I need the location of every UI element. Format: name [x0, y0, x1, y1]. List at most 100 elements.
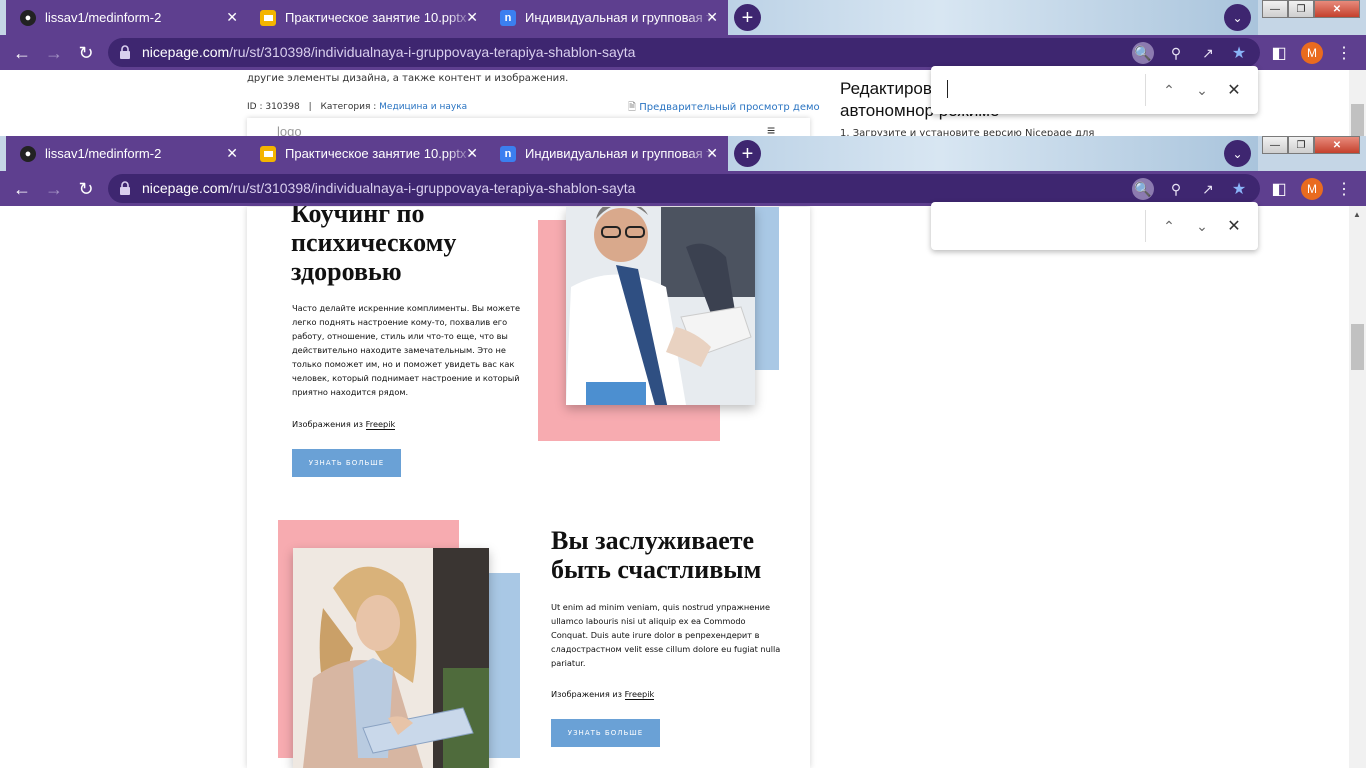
- close-find-icon[interactable]: ✕: [1223, 79, 1245, 101]
- section1-learn-more-button[interactable]: УЗНАТЬ БОЛЬШЕ: [292, 449, 401, 477]
- maximize-button[interactable]: ❐: [1288, 136, 1314, 154]
- close-window-button[interactable]: ✕: [1314, 136, 1360, 154]
- close-tab-icon[interactable]: ✕: [466, 9, 478, 26]
- reload-icon[interactable]: ↻: [74, 177, 98, 201]
- side-panel-icon[interactable]: ◧: [1267, 41, 1291, 65]
- new-tab-button[interactable]: +: [734, 140, 761, 167]
- paragraph-line: приятно находится рядом.: [292, 387, 409, 397]
- find-input[interactable]: [945, 78, 1141, 102]
- page-scrollbar[interactable]: ▲: [1349, 206, 1366, 768]
- document-icon: 🗎: [628, 102, 637, 113]
- find-previous-chevron-up-icon[interactable]: ⌃: [1158, 215, 1180, 237]
- tab-github[interactable]: ● lissav1/medinform-2 ✕: [6, 0, 248, 35]
- tab-title: Индивидуальная и групповая те: [525, 146, 715, 161]
- section1-heading-line: психическому: [291, 228, 457, 257]
- scroll-up-arrow-icon[interactable]: ▲: [1353, 210, 1362, 219]
- close-find-icon[interactable]: ✕: [1223, 215, 1245, 237]
- tab-slides[interactable]: Практическое занятие 10.pptx - ✕: [246, 136, 488, 171]
- hamburger-icon[interactable]: ≡: [767, 122, 775, 136]
- menu-dots-icon[interactable]: ⋮: [1332, 41, 1356, 65]
- find-bar: ⌃ ⌄ ✕: [931, 202, 1258, 250]
- paragraph-line: работу, отношение, стиль или что-то еще,…: [292, 331, 508, 341]
- section2-heading-line: быть счастливым: [551, 555, 762, 584]
- bookmark-star-icon[interactable]: ★: [1228, 42, 1250, 64]
- github-icon: ●: [20, 145, 36, 162]
- section2-image-credit: Изображения из Freepik: [551, 689, 655, 700]
- address-bar[interactable]: nicepage.com/ru/st/310398/individualnaya…: [108, 174, 1260, 203]
- close-tab-icon[interactable]: ✕: [226, 9, 238, 26]
- freepik-link[interactable]: Freepik: [624, 689, 655, 700]
- minimize-button[interactable]: —: [1262, 136, 1288, 154]
- tab-strip: ● lissav1/medinform-2 ✕ Практическое зан…: [0, 136, 1366, 171]
- freepik-link[interactable]: Freepik: [365, 419, 396, 430]
- template-description: другие элементы дизайна, а также контент…: [247, 73, 569, 84]
- category-link[interactable]: Медицина и наука: [379, 102, 467, 112]
- url-path: /ru/st/310398/individualnaya-i-gruppovay…: [229, 44, 636, 60]
- find-previous-chevron-up-icon[interactable]: ⌃: [1158, 79, 1180, 101]
- browser-toolbar: ← → ↻ nicepage.com/ru/st/310398/individu…: [0, 35, 1366, 70]
- paragraph-line: легко поднять настроение кому-то, похвал…: [292, 317, 508, 327]
- address-bar[interactable]: nicepage.com/ru/st/310398/individualnaya…: [108, 38, 1260, 67]
- browser-toolbar: ← → ↻ nicepage.com/ru/st/310398/individu…: [0, 171, 1366, 206]
- close-tab-icon[interactable]: ✕: [466, 145, 478, 162]
- zoom-icon[interactable]: ⚲: [1165, 42, 1187, 64]
- url-text[interactable]: nicepage.com/ru/st/310398/individualnaya…: [142, 180, 635, 196]
- find-in-page-icon[interactable]: 🔍: [1132, 178, 1154, 200]
- maximize-button[interactable]: ❐: [1288, 0, 1314, 18]
- avatar[interactable]: M: [1301, 42, 1323, 64]
- tab-strip: ● lissav1/medinform-2 ✕ Практическое зан…: [0, 0, 1366, 35]
- preview-demo-link[interactable]: Предварительный просмотр демо: [639, 102, 819, 113]
- tab-github[interactable]: ● lissav1/medinform-2 ✕: [6, 136, 248, 171]
- forward-arrow-icon[interactable]: →: [42, 177, 66, 201]
- tab-nicepage[interactable]: n Индивидуальная и групповая те ✕: [486, 0, 728, 35]
- find-input[interactable]: [945, 214, 1141, 238]
- logo-text: logo: [277, 124, 302, 136]
- find-next-chevron-down-icon[interactable]: ⌄: [1191, 215, 1213, 237]
- close-tab-icon[interactable]: ✕: [706, 9, 718, 26]
- tab-title: lissav1/medinform-2: [45, 146, 162, 161]
- find-next-chevron-down-icon[interactable]: ⌄: [1191, 79, 1213, 101]
- avatar[interactable]: M: [1301, 178, 1323, 200]
- url-host: nicepage.com: [142, 44, 230, 60]
- tab-title: lissav1/medinform-2: [45, 10, 162, 25]
- scrollbar-thumb[interactable]: [1351, 324, 1364, 370]
- zoom-icon[interactable]: ⚲: [1165, 178, 1187, 200]
- lock-icon: [120, 181, 130, 195]
- tab-search-icon[interactable]: ⌄: [1224, 140, 1251, 167]
- section2-learn-more-button[interactable]: УЗНАТЬ БОЛЬШЕ: [551, 719, 660, 747]
- share-icon[interactable]: ↗: [1197, 178, 1219, 200]
- back-arrow-icon[interactable]: ←: [10, 41, 34, 65]
- nicepage-icon: n: [500, 145, 516, 162]
- close-tab-icon[interactable]: ✕: [706, 145, 718, 162]
- close-window-button[interactable]: ✕: [1314, 0, 1360, 18]
- back-arrow-icon[interactable]: ←: [10, 177, 34, 201]
- side-panel-icon[interactable]: ◧: [1267, 177, 1291, 201]
- tab-search-icon[interactable]: ⌄: [1224, 4, 1251, 31]
- page-scrollbar-upper[interactable]: [1349, 70, 1366, 136]
- photo-man-with-clipboard: [566, 207, 755, 405]
- url-text[interactable]: nicepage.com/ru/st/310398/individualnaya…: [142, 44, 635, 60]
- github-icon: ●: [20, 9, 36, 26]
- bookmark-star-icon[interactable]: ★: [1228, 178, 1250, 200]
- find-in-page-icon[interactable]: 🔍: [1132, 42, 1154, 64]
- tab-nicepage[interactable]: n Индивидуальная и групповая те ✕: [486, 136, 728, 171]
- minimize-button[interactable]: —: [1262, 0, 1288, 18]
- offline-step-1: 1. Загрузите и установите версию Nicepag…: [840, 128, 1095, 136]
- scrollbar-thumb[interactable]: [1351, 104, 1364, 136]
- close-tab-icon[interactable]: ✕: [226, 145, 238, 162]
- paragraph-line: сладострастном velit esse cillum dolore …: [551, 644, 781, 654]
- reload-icon[interactable]: ↻: [74, 41, 98, 65]
- section2-heading-line: Вы заслуживаете: [551, 526, 755, 555]
- new-tab-button[interactable]: +: [734, 4, 761, 31]
- paragraph-line: Часто делайте искренние комплименты. Вы …: [292, 303, 520, 313]
- tab-slides[interactable]: Практическое занятие 10.pptx - ✕: [246, 0, 488, 35]
- section2-heading: Вы заслуживаете быть счастливым: [551, 526, 801, 584]
- paragraph-line: человек, который поднимает настроение и …: [292, 373, 520, 383]
- url-path: /ru/st/310398/individualnaya-i-gruppovay…: [229, 180, 636, 196]
- menu-dots-icon[interactable]: ⋮: [1332, 177, 1356, 201]
- slides-icon: [260, 145, 276, 162]
- share-icon[interactable]: ↗: [1197, 42, 1219, 64]
- paragraph-line: pariatur.: [551, 658, 586, 668]
- forward-arrow-icon[interactable]: →: [42, 41, 66, 65]
- paragraph-line: действительно находите замечательным. Эт…: [292, 345, 506, 355]
